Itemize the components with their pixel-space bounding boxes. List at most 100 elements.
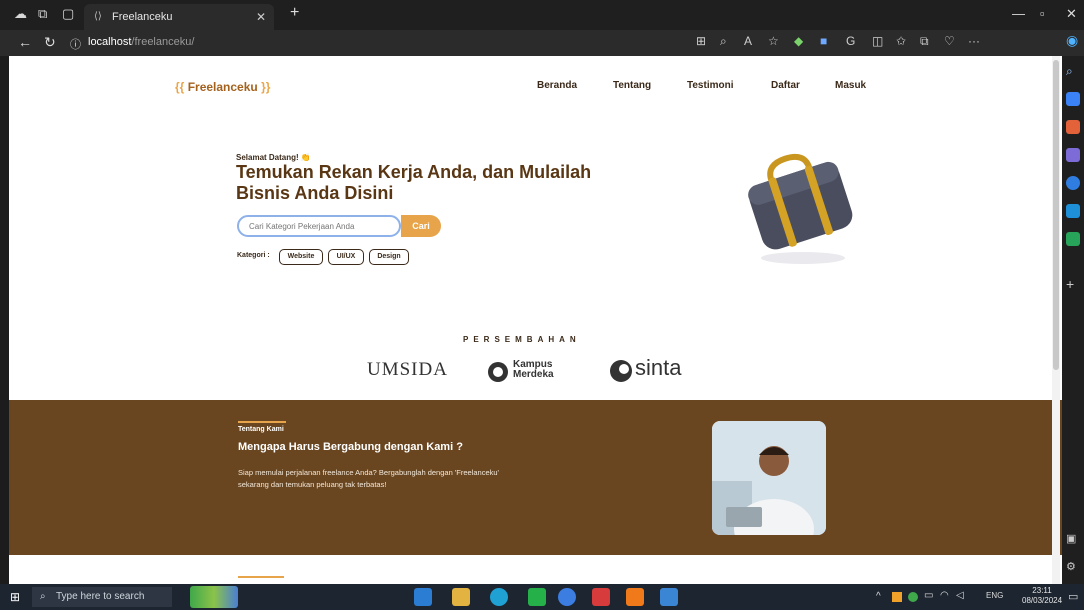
back-icon[interactable]: ← bbox=[18, 34, 32, 50]
about-accent-bar bbox=[238, 421, 286, 423]
about-kicker: Tentang Kami bbox=[238, 426, 284, 433]
about-section bbox=[9, 400, 1062, 555]
edge-sidebar bbox=[1062, 56, 1084, 584]
nav-masuk[interactable]: Masuk bbox=[835, 80, 866, 91]
tray-volume-icon[interactable]: ◁ bbox=[956, 590, 964, 601]
tray-sync-icon[interactable] bbox=[908, 592, 918, 602]
copilot-icon[interactable]: ◉ bbox=[1066, 32, 1078, 49]
new-tab-icon[interactable]: + bbox=[290, 4, 299, 22]
taskbar-search[interactable]: ⌕ Type here to search bbox=[32, 587, 172, 607]
more-menu-icon[interactable]: ··· bbox=[968, 34, 980, 48]
web-page: {{ Freelanceku }} Beranda Tentang Testim… bbox=[9, 56, 1062, 584]
sidebar-shopping-icon[interactable] bbox=[1066, 120, 1080, 134]
category-chip-website[interactable]: Website bbox=[279, 249, 323, 265]
category-search-input[interactable] bbox=[247, 221, 399, 232]
app-blue-icon[interactable] bbox=[660, 588, 678, 606]
sidebar-settings-icon[interactable]: ⚙ bbox=[1066, 560, 1080, 574]
sidebar-search-icon[interactable]: ⌕ bbox=[1066, 64, 1080, 78]
site-logo[interactable]: {{ Freelanceku }} bbox=[175, 80, 270, 94]
browser-essentials-icon[interactable]: ♡ bbox=[944, 34, 955, 48]
clock-date: 08/03/2024 bbox=[1022, 596, 1063, 605]
windows-start-icon[interactable]: ⊞ bbox=[10, 590, 20, 604]
nav-testimoni[interactable]: Testimoni bbox=[687, 80, 733, 91]
site-info-icon[interactable]: ⓘ bbox=[70, 36, 81, 52]
about-body: Siap memulai perjalanan freelance Anda? … bbox=[238, 468, 499, 489]
favorites-icon[interactable]: ✩ bbox=[896, 34, 906, 48]
nav-daftar[interactable]: Daftar bbox=[771, 80, 800, 91]
taskbar-search-icon: ⌕ bbox=[40, 591, 46, 602]
briefcase-illustration bbox=[748, 153, 853, 264]
kampus-merdeka-emblem bbox=[488, 362, 508, 382]
refresh-icon[interactable]: ↻ bbox=[44, 34, 56, 51]
logo-brace-open: {{ bbox=[175, 80, 185, 94]
extension-g-icon[interactable]: G bbox=[846, 34, 855, 48]
collections-icon[interactable]: ⧉ bbox=[920, 34, 929, 49]
url-path: /freelanceku/ bbox=[131, 36, 195, 48]
category-search-field[interactable] bbox=[237, 215, 401, 237]
nav-tentang[interactable]: Tentang bbox=[613, 80, 651, 91]
tab-title: Freelanceku bbox=[112, 11, 173, 23]
search-button[interactable]: Cari bbox=[401, 215, 441, 237]
app-available-icon[interactable]: ⊞ bbox=[696, 34, 706, 48]
favicon-icon: ⟨⟩ bbox=[94, 11, 102, 22]
support-agent-photo bbox=[712, 421, 826, 535]
tray-chevron-icon[interactable]: ^ bbox=[876, 591, 881, 602]
category-chip-uiux[interactable]: UI/UX bbox=[328, 249, 364, 265]
tray-wifi-icon[interactable]: ◠ bbox=[940, 590, 949, 601]
address-field[interactable]: localhost/freelanceku/ bbox=[88, 36, 194, 48]
logo-brace-close: }} bbox=[261, 80, 271, 94]
minimize-icon[interactable]: — bbox=[1012, 6, 1025, 21]
sidebar-tag-icon[interactable] bbox=[1066, 92, 1080, 106]
zoom-icon[interactable]: ⌕ bbox=[720, 34, 727, 49]
restore-icon[interactable]: ▫ bbox=[1040, 6, 1045, 21]
tray-language[interactable]: ENG bbox=[986, 591, 1003, 600]
split-screen-icon[interactable]: ◫ bbox=[872, 34, 883, 48]
umsida-logo: UMSIDA bbox=[367, 359, 457, 389]
sidebar-add-icon[interactable]: + bbox=[1066, 276, 1080, 292]
favorite-star-icon[interactable]: ☆ bbox=[768, 34, 779, 48]
hero-title: Temukan Rekan Kerja Anda, dan Mulailah B… bbox=[236, 162, 592, 203]
edge-taskbar-icon[interactable] bbox=[490, 588, 508, 606]
vscode-icon[interactable] bbox=[414, 588, 432, 606]
file-explorer-icon[interactable] bbox=[452, 588, 470, 606]
tray-battery-icon[interactable]: ▭ bbox=[924, 590, 933, 601]
scrollbar-thumb[interactable] bbox=[1053, 60, 1059, 370]
taskbar-clock[interactable]: 23:11 08/03/2024 bbox=[1022, 586, 1062, 606]
umsida-logo-text: UMSIDA bbox=[367, 359, 448, 380]
profile-icon[interactable]: ☁ bbox=[14, 6, 27, 22]
kampus-merdeka-text: Kampus Merdeka bbox=[513, 359, 554, 380]
url-host: localhost bbox=[88, 36, 132, 48]
read-aloud-icon[interactable]: A bbox=[744, 34, 752, 48]
sinta-text: sinta bbox=[635, 355, 682, 380]
sidebar-tools-icon[interactable] bbox=[1066, 148, 1080, 162]
taskbar-news-widget[interactable] bbox=[190, 586, 238, 608]
app-red-icon[interactable] bbox=[592, 588, 610, 606]
kampus-merdeka-logo: Kampus Merdeka bbox=[487, 359, 597, 387]
about-title: Mengapa Harus Bergabung dengan Kami ? bbox=[238, 441, 463, 453]
taskbar-search-placeholder: Type here to search bbox=[56, 591, 145, 602]
category-label: Kategori : bbox=[237, 252, 270, 259]
clock-time: 23:11 bbox=[1032, 586, 1052, 595]
sidebar-layout-icon[interactable]: ▣ bbox=[1066, 532, 1080, 546]
xampp-icon[interactable] bbox=[626, 588, 644, 606]
close-tab-icon[interactable]: ✕ bbox=[256, 4, 266, 30]
nav-beranda[interactable]: Beranda bbox=[537, 80, 577, 91]
browser-tab[interactable]: ⟨⟩ Freelanceku ✕ bbox=[84, 4, 274, 30]
whatsapp-icon[interactable] bbox=[528, 588, 546, 606]
sinta-logo: sinta bbox=[609, 355, 709, 385]
extension-icon[interactable]: ◆ bbox=[794, 34, 803, 48]
hero-greeting: Selamat Datang! 👏 bbox=[236, 153, 311, 162]
category-chip-design[interactable]: Design bbox=[369, 249, 409, 265]
sidebar-games-icon[interactable] bbox=[1066, 176, 1080, 190]
workspaces-icon[interactable]: ⧉ bbox=[38, 6, 47, 22]
logo-text: Freelanceku bbox=[187, 80, 258, 94]
notification-icon[interactable]: ▭ bbox=[1068, 590, 1078, 603]
sidebar-outlook-icon[interactable] bbox=[1066, 232, 1080, 246]
tray-app-icon[interactable] bbox=[892, 592, 902, 602]
sidebar-office-icon[interactable] bbox=[1066, 204, 1080, 218]
extension-doc-icon[interactable]: ■ bbox=[820, 34, 827, 48]
chrome-icon[interactable] bbox=[558, 588, 576, 606]
close-window-icon[interactable]: ✕ bbox=[1066, 6, 1077, 22]
next-section-accent bbox=[238, 576, 284, 578]
tab-actions-icon[interactable]: ▢ bbox=[62, 6, 74, 22]
